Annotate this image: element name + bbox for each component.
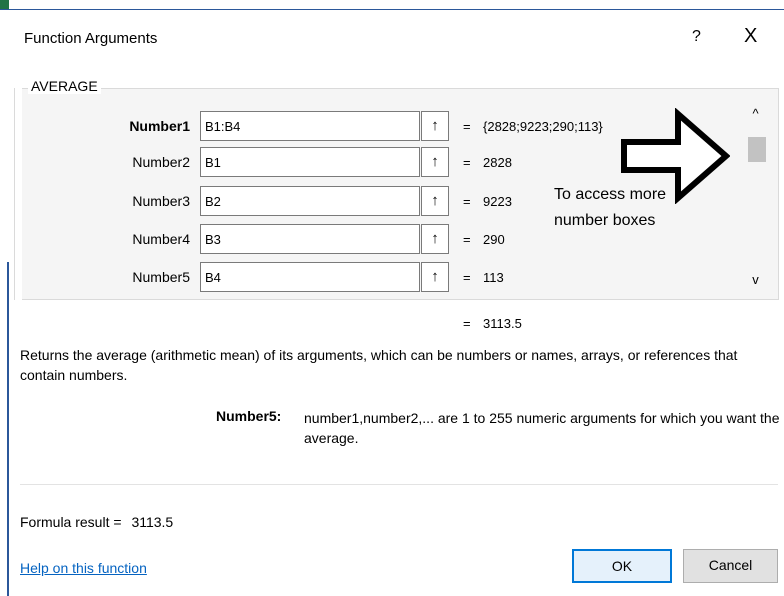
result-equals-sign: = (463, 316, 471, 331)
scroll-down-icon[interactable]: v (744, 272, 767, 287)
equals-sign: = (463, 194, 471, 209)
formula-result: Formula result = 3113.5 (20, 514, 173, 530)
equals-sign: = (463, 270, 471, 285)
function-name-label: AVERAGE (28, 78, 101, 94)
window-top-border (0, 9, 784, 10)
equals-sign: = (463, 155, 471, 170)
arg-result-number4: 290 (483, 232, 505, 247)
argument-scrollbar[interactable] (744, 101, 767, 293)
number1-input[interactable]: B1:B4 (200, 111, 420, 141)
equals-sign: = (463, 232, 471, 247)
collapse-dialog-icon[interactable]: ↑ (421, 262, 449, 292)
number2-input[interactable]: B1 (200, 147, 420, 177)
formula-result-value: 3113.5 (131, 514, 174, 530)
arg-result-number1: {2828;9223;290;113} (483, 119, 603, 134)
scrollbar-thumb[interactable] (748, 137, 766, 162)
ok-button[interactable]: OK (572, 549, 672, 583)
arg-label-number2: Number2 (132, 154, 190, 170)
argument-help-label: Number5: (216, 408, 282, 424)
cancel-button[interactable]: Cancel (683, 549, 778, 583)
help-on-function-link[interactable]: Help on this function (20, 560, 147, 576)
arg-result-number5: 113 (483, 270, 504, 285)
number5-input[interactable]: B4 (200, 262, 420, 292)
sheet-edge-border (7, 262, 9, 596)
scroll-up-icon[interactable]: ^ (744, 106, 767, 121)
number3-input[interactable]: B2 (200, 186, 420, 216)
function-description: Returns the average (arithmetic mean) of… (20, 347, 738, 383)
divider (20, 484, 778, 485)
argument-help-text: number1,number2,... are 1 to 255 numeric… (304, 410, 780, 446)
arg-result-number2: 2828 (483, 155, 512, 170)
group-border-left (14, 88, 15, 300)
equals-sign: = (463, 119, 471, 134)
formula-result-label: Formula result = (20, 514, 122, 530)
collapse-dialog-icon[interactable]: ↑ (421, 147, 449, 177)
function-result-value: 3113.5 (483, 316, 522, 331)
number4-input[interactable]: B3 (200, 224, 420, 254)
arg-label-number5: Number5 (132, 269, 190, 285)
annotation-line-1: To access more (554, 186, 667, 203)
dialog-title: Function Arguments (24, 30, 158, 47)
arg-label-number3: Number3 (132, 193, 190, 209)
arg-label-number4: Number4 (132, 231, 190, 247)
arg-result-number3: 9223 (483, 194, 512, 209)
collapse-dialog-icon[interactable]: ↑ (421, 186, 449, 216)
arg-label-number1: Number1 (129, 118, 190, 134)
collapse-dialog-icon[interactable]: ↑ (421, 111, 449, 141)
help-icon[interactable]: ? (692, 28, 701, 46)
collapse-dialog-icon[interactable]: ↑ (421, 224, 449, 254)
annotation-line-2: number boxes (554, 212, 656, 229)
close-icon[interactable]: X (744, 25, 757, 48)
